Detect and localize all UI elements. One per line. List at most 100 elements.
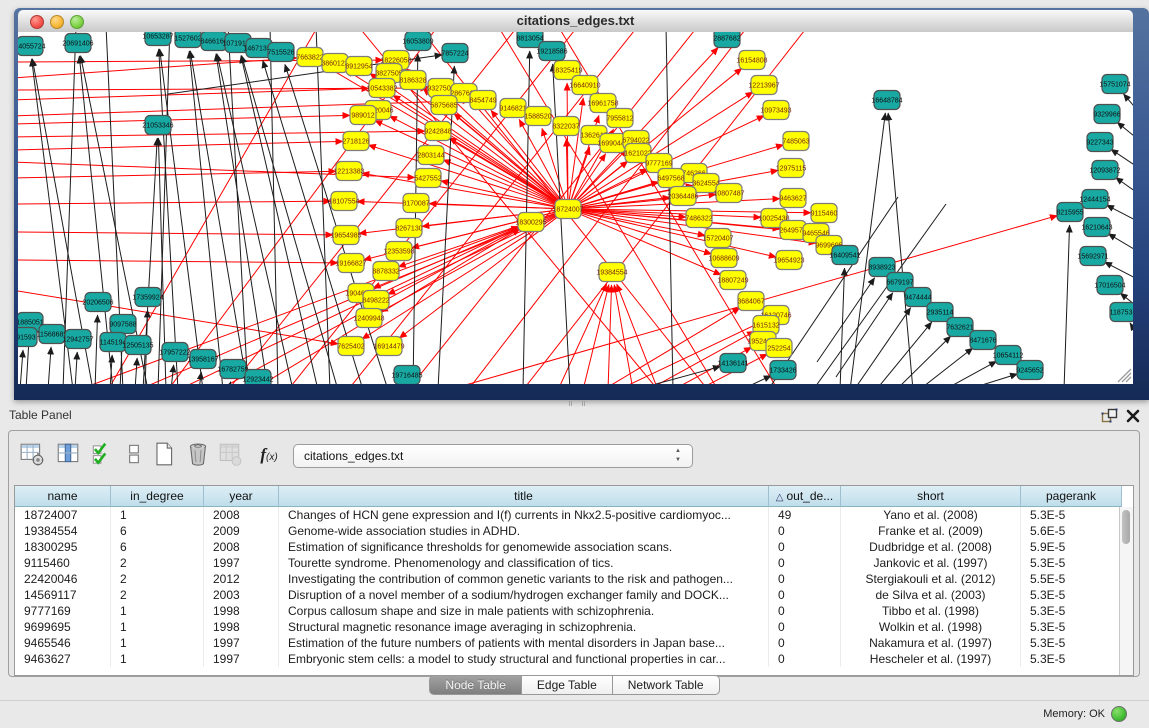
graph-edge[interactable] [135, 358, 137, 384]
graph-edge[interactable] [159, 49, 178, 384]
table-cell: 1 [111, 651, 204, 667]
tab-network-table[interactable]: Network Table [613, 675, 720, 695]
graph-edge[interactable] [199, 372, 201, 384]
table-selector-value: citations_edges.txt [304, 449, 403, 463]
graph-edge[interactable] [216, 54, 268, 384]
graph-edge[interactable] [95, 315, 98, 384]
table-cell: 1998 [204, 603, 279, 619]
network-canvas[interactable]: 1872400718300295193845547663822386012389… [18, 32, 1133, 384]
tab-node-table[interactable]: Node Table [429, 675, 522, 695]
graph-edge[interactable] [896, 336, 951, 384]
table-settings-icon[interactable] [19, 441, 47, 469]
table-row[interactable]: 1938455462009Genome-wide association stu… [15, 523, 1133, 539]
graph-node-label: 7515526 [267, 50, 294, 57]
close-panel-icon[interactable] [1126, 408, 1140, 423]
table-vertical-scrollbar[interactable] [1119, 507, 1133, 675]
table-cell: Embryonic stem cells: a model to study s… [279, 651, 769, 667]
graph-edge[interactable] [1064, 225, 1070, 384]
select-all-checks-icon[interactable] [89, 441, 117, 469]
graph-edge[interactable] [817, 278, 875, 362]
table-row[interactable]: 946554611997Estimation of the future num… [15, 635, 1133, 651]
graph-edge[interactable] [108, 32, 318, 384]
graph-edge[interactable] [1107, 205, 1133, 222]
column-header-short[interactable]: short [841, 486, 1021, 507]
table-row[interactable]: 1830029562008Estimation of significance … [15, 539, 1133, 555]
graph-edge[interactable] [18, 115, 350, 124]
graph-edge[interactable] [745, 376, 771, 384]
column-header-title[interactable]: title [279, 486, 769, 507]
graph-edge[interactable] [18, 232, 333, 235]
table-row[interactable]: 946362711997Embryonic stem cells: a mode… [15, 651, 1133, 667]
graph-edge[interactable] [578, 211, 777, 257]
column-header-pagerank[interactable]: pagerank [1021, 486, 1122, 507]
new-table-document-icon[interactable] [151, 441, 179, 469]
canvas-resize-grip[interactable] [1118, 369, 1131, 382]
graph-edge[interactable] [854, 308, 911, 384]
graph-edge[interactable] [1130, 323, 1133, 337]
graph-node-label: 10543382 [366, 86, 397, 93]
float-panel-icon[interactable] [1101, 408, 1118, 424]
table-row[interactable]: 1456911722003Disruption of a novel membe… [15, 587, 1133, 603]
graph-node-label: 16640910 [569, 83, 600, 90]
graph-edge[interactable] [189, 51, 223, 384]
graph-edge[interactable] [888, 113, 913, 384]
tab-edge-table[interactable]: Edge Table [522, 675, 613, 695]
column-header-in-degree[interactable]: in_degree [111, 486, 204, 507]
graph-edge[interactable] [270, 32, 278, 384]
graph-edge[interactable] [160, 49, 203, 384]
graph-edge[interactable] [18, 141, 343, 150]
table-row[interactable]: 969969511998Structural magnetic resonanc… [15, 619, 1133, 635]
graph-edge[interactable] [263, 60, 363, 384]
memory-status-indicator-icon[interactable] [1111, 706, 1127, 722]
graph-edge[interactable] [48, 347, 51, 384]
table-cell: 9463627 [15, 651, 111, 667]
graph-edge[interactable] [18, 171, 336, 178]
table-cell: 0 [769, 523, 841, 539]
scrollbar-thumb[interactable] [1122, 510, 1130, 544]
graph-edge[interactable] [966, 374, 1018, 384]
table-row[interactable]: 2242004622012Investigating the contribut… [15, 571, 1133, 587]
graph-edge[interactable] [1116, 177, 1133, 194]
table-cell: 18300295 [15, 539, 111, 555]
graph-edge[interactable] [840, 268, 845, 384]
graph-edge[interactable] [836, 293, 893, 377]
table-row[interactable]: 1872400712008Changes of HCN gene express… [15, 507, 1133, 523]
import-table-disabled-icon[interactable] [217, 441, 245, 469]
column-header-year[interactable]: year [204, 486, 279, 507]
graph-edge[interactable] [1117, 122, 1133, 140]
column-header-out-de-[interactable]: △out_de... [769, 486, 841, 507]
table-cell: 1998 [204, 619, 279, 635]
column-header-name[interactable]: name [15, 486, 111, 507]
table-selector-combobox[interactable]: citations_edges.txt ▲▼ [293, 444, 693, 468]
delete-table-trash-icon[interactable] [185, 441, 213, 469]
graph-edge[interactable] [362, 173, 558, 207]
graph-edge[interactable] [20, 350, 23, 384]
graph-edge[interactable] [399, 215, 560, 338]
graph-edge[interactable] [608, 285, 612, 384]
graph-edge[interactable] [666, 32, 673, 384]
graph-node-label: 16210643 [1081, 225, 1112, 232]
show-columns-icon[interactable] [55, 441, 83, 469]
graph-edge[interactable] [876, 322, 932, 384]
table-cell: 14569117 [15, 587, 111, 603]
graph-edge[interactable] [614, 285, 633, 384]
graph-edge[interactable] [241, 56, 318, 384]
graph-edge[interactable] [18, 260, 338, 263]
graph-edge[interactable] [1108, 234, 1133, 252]
graph-node-label: 8878332 [372, 269, 399, 276]
graph-node-label: 17016504 [1094, 283, 1125, 290]
graph-edge[interactable] [316, 32, 330, 384]
graph-edge[interactable] [190, 51, 248, 384]
function-builder-icon[interactable]: f(x) [255, 441, 283, 469]
graph-node-label: 2803144 [417, 153, 444, 160]
table-row[interactable]: 977716911998Corpus callosum shape and si… [15, 603, 1133, 619]
graph-node-label: 10654112 [993, 353, 1024, 360]
graph-edge[interactable] [1123, 94, 1133, 112]
graph-edge[interactable] [18, 100, 470, 116]
clear-selection-boxes-icon[interactable] [121, 441, 149, 469]
graph-edge[interactable] [583, 285, 609, 384]
graph-node-label: 7486322 [685, 216, 712, 223]
graph-edge[interactable] [75, 352, 77, 384]
network-window-titlebar[interactable]: citations_edges.txt [18, 10, 1133, 33]
table-row[interactable]: 911546021997Tourette syndrome. Phenomeno… [15, 555, 1133, 571]
